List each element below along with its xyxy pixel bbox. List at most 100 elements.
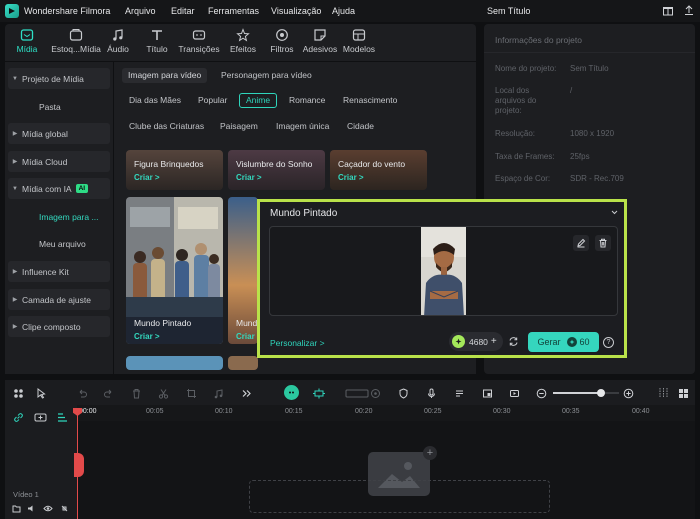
voiceover-list-icon[interactable]	[452, 386, 466, 400]
pip-icon[interactable]	[480, 386, 494, 400]
tab-midia[interactable]: Mídia	[8, 27, 46, 61]
add-credits-icon[interactable]: +	[491, 336, 497, 347]
tab-audio[interactable]: Áudio	[99, 27, 137, 61]
tab-transicoes[interactable]: Transições	[177, 27, 221, 61]
drop-zone[interactable]	[249, 480, 550, 513]
filter-imagem-unica[interactable]: Imagem única	[270, 119, 335, 134]
track-folder-icon[interactable]	[12, 504, 21, 515]
filter-romance[interactable]: Romance	[283, 93, 331, 108]
sidebar-item-imagem-para-video[interactable]: Imagem para ...	[8, 206, 110, 227]
crop-icon[interactable]	[184, 386, 198, 400]
collapse-chevron-icon[interactable]	[610, 208, 619, 219]
zoom-in-icon[interactable]	[621, 386, 635, 400]
zoom-slider-handle[interactable]	[596, 389, 605, 397]
menu-arquivo[interactable]: Arquivo	[125, 6, 156, 16]
generate-button[interactable]: Gerar 60	[528, 332, 599, 352]
marker-shield-icon[interactable]	[396, 386, 410, 400]
delete-icon[interactable]	[129, 386, 143, 400]
stickers-icon	[313, 27, 327, 43]
sidebar-item-midia-global[interactable]: ▶ Mídia global	[8, 123, 110, 144]
sidebar-item-camada-de-ajuste[interactable]: ▶ Camada de ajuste	[8, 289, 110, 310]
add-track-icon[interactable]	[34, 412, 47, 425]
cut-scissors-icon[interactable]	[156, 386, 170, 400]
zoom-slider-track[interactable]	[553, 389, 619, 397]
tab-personagem-para-video[interactable]: Personagem para vídeo	[215, 68, 318, 83]
filter-clube-das-criaturas[interactable]: Clube das Criaturas	[123, 119, 210, 134]
panel-header: Informações do projeto	[495, 35, 582, 45]
tab-efeitos[interactable]: Efeitos	[224, 27, 262, 61]
more-chevrons-icon[interactable]	[239, 386, 253, 400]
link-icon[interactable]	[13, 412, 24, 425]
prop-value-cor: SDR - Rec.709	[570, 174, 624, 183]
credits-value: 4680	[469, 336, 488, 347]
template-card-cacador-do-vento[interactable]: Caçador do vento Criar >	[330, 150, 427, 190]
tick-label: 00:10	[215, 408, 233, 415]
sidebar-item-clipe-composto[interactable]: ▶ Clipe composto	[8, 316, 110, 337]
filter-anime[interactable]: Anime	[239, 93, 278, 108]
sidebar-item-meu-arquivo[interactable]: Meu arquivo	[8, 233, 110, 254]
sidebar-item-projeto-de-midia[interactable]: ▼ Projeto de Mídia	[8, 68, 110, 89]
select-pointer-icon[interactable]	[34, 386, 48, 400]
audio-detach-icon[interactable]	[211, 386, 225, 400]
upload-icon[interactable]	[683, 4, 695, 18]
menu-ajuda[interactable]: Ajuda	[332, 6, 355, 16]
help-icon[interactable]: ?	[603, 337, 614, 348]
customize-link[interactable]: Personalizar >	[270, 338, 325, 348]
menu-visualizacao[interactable]: Visualização	[271, 6, 321, 16]
track-settings-icon[interactable]	[656, 386, 670, 400]
timeline-ruler[interactable]: 00:00 00:05 00:10 00:15 00:20 00:25 00:3…	[5, 405, 695, 421]
filter-paisagem[interactable]: Paisagem	[214, 119, 264, 134]
caret-right-icon: ▶	[12, 269, 18, 275]
template-card-bottom-partial[interactable]	[126, 356, 223, 370]
render-preview-icon[interactable]	[507, 386, 521, 400]
tab-titulo[interactable]: Título	[138, 27, 176, 61]
tab-adesivos[interactable]: Adesivos	[301, 27, 339, 61]
refresh-icon[interactable]	[508, 336, 519, 349]
undo-icon[interactable]	[75, 386, 89, 400]
track-visibility-eye-icon[interactable]	[43, 504, 53, 515]
track-mute-icon[interactable]	[27, 504, 36, 515]
microphone-icon[interactable]	[424, 386, 438, 400]
tab-filtros[interactable]: Filtros	[263, 27, 301, 61]
tab-imagem-para-video[interactable]: Imagem para vídeo	[122, 68, 208, 83]
project-title: Sem Título	[487, 6, 531, 16]
template-card-mundo-pintado[interactable]: Mundo Pintado Criar >	[126, 197, 223, 344]
grid-view-icon[interactable]	[676, 386, 690, 400]
menu-editar[interactable]: Editar	[171, 6, 195, 16]
timeline-track-area[interactable]: +	[5, 421, 695, 519]
edit-pencil-icon[interactable]	[573, 235, 589, 251]
zoom-out-icon[interactable]	[534, 386, 548, 400]
popup-title: Mundo Pintado	[270, 208, 338, 219]
template-card-vislumbre-do-sonho[interactable]: Vislumbre do Sonho Criar >	[228, 150, 325, 190]
ai-assistant-icon[interactable]	[284, 385, 299, 400]
playhead-side-handle[interactable]	[74, 453, 84, 477]
add-media-plus-icon[interactable]: +	[423, 446, 437, 460]
music-note-icon	[111, 27, 125, 43]
menu-ferramentas[interactable]: Ferramentas	[208, 6, 259, 16]
title-bar: Wondershare Filmora Arquivo Editar Ferra…	[0, 0, 700, 22]
tab-estoque-midia[interactable]: Estoq...Mídia	[51, 27, 101, 61]
prop-value-nome: Sem Título	[570, 64, 609, 73]
sidebar-item-pasta[interactable]: Pasta	[8, 96, 110, 117]
gift-icon[interactable]	[662, 4, 674, 18]
image-upload-area[interactable]	[269, 226, 618, 316]
template-card-partial[interactable]: Mund Criar	[228, 197, 258, 344]
filter-dia-das-maes[interactable]: Dia das Mães	[123, 93, 187, 108]
track-manager-icon[interactable]	[57, 412, 68, 425]
speed-icon[interactable]	[368, 386, 382, 400]
track-lock-icon[interactable]	[60, 504, 69, 515]
sidebar-item-influence-kit[interactable]: ▶ Influence Kit	[8, 261, 110, 282]
credits-badge[interactable]: 4680 +	[449, 332, 503, 351]
tab-modelos[interactable]: Modelos	[340, 27, 378, 61]
filter-cidade[interactable]: Cidade	[341, 119, 380, 134]
template-card-figura-brinquedos[interactable]: Figura Brinquedos Criar >	[126, 150, 223, 190]
delete-trash-icon[interactable]	[595, 235, 611, 251]
filter-renascimento[interactable]: Renascimento	[337, 93, 403, 108]
sidebar-item-midia-cloud[interactable]: ▶ Mídia Cloud	[8, 151, 110, 172]
filter-popular[interactable]: Popular	[192, 93, 233, 108]
sidebar-item-midia-com-ia[interactable]: ▼ Mídia com IA AI	[8, 178, 110, 199]
layout-grid-icon[interactable]	[11, 386, 25, 400]
template-card-bottom-partial-2[interactable]	[228, 356, 258, 370]
auto-ripple-icon[interactable]	[312, 386, 326, 400]
redo-icon[interactable]	[101, 386, 115, 400]
